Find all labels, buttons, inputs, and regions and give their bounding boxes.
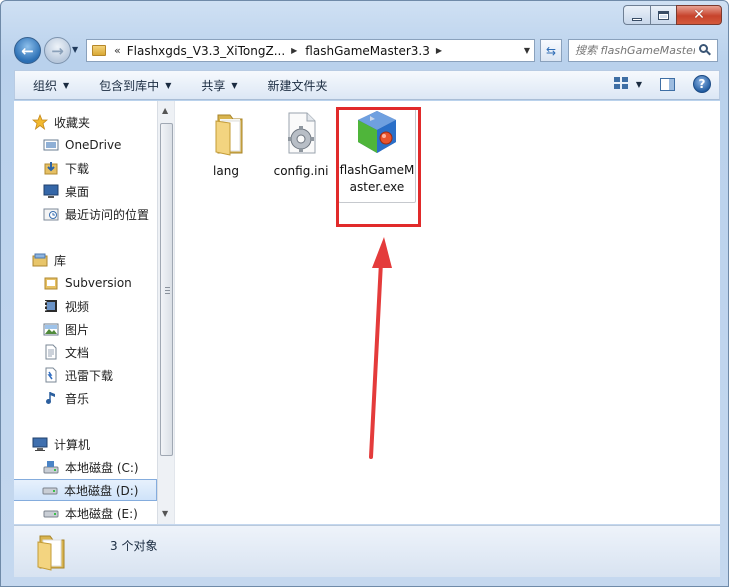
- pointer-arrow-annotation: [369, 237, 392, 459]
